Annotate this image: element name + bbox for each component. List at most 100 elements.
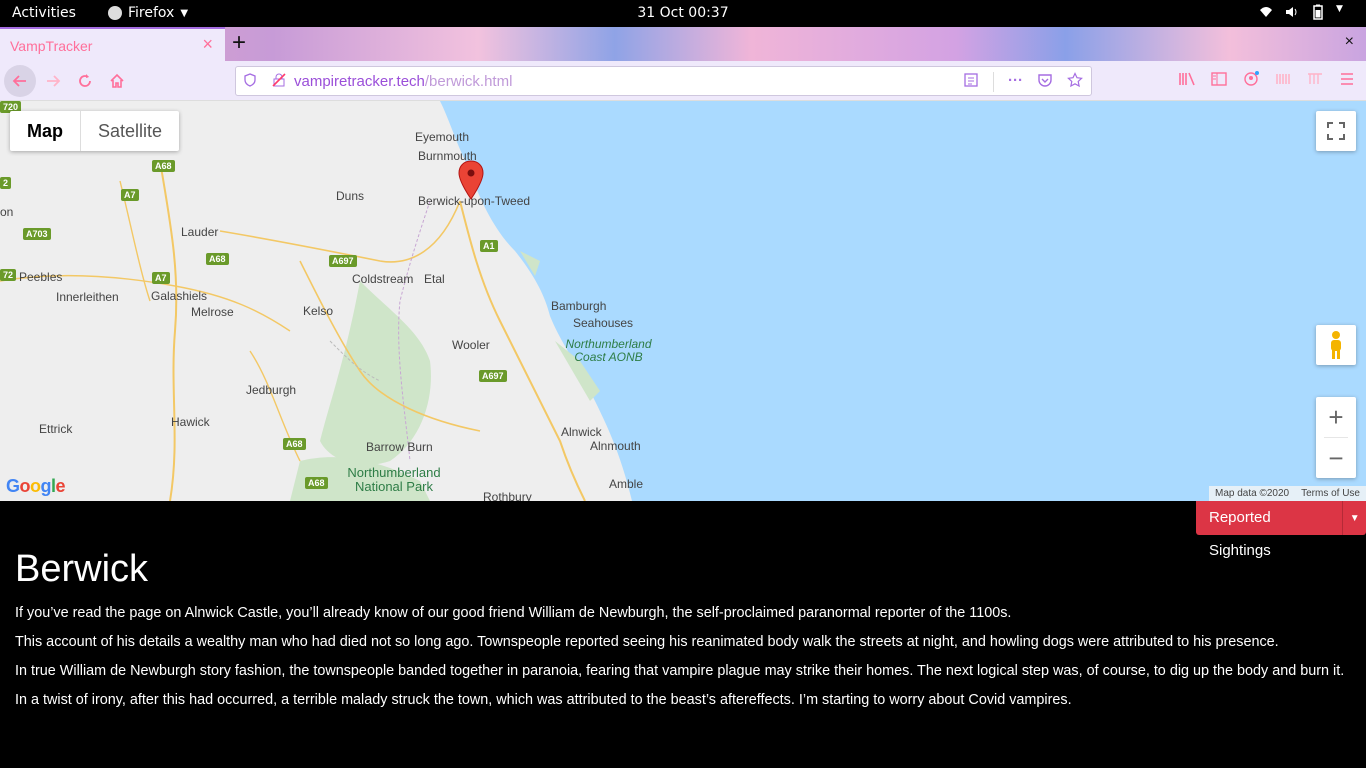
place-partial-on: on [0,205,14,219]
zoom-in-button[interactable]: + [1316,397,1356,437]
place-coldstream: Coldstream [352,272,414,286]
place-seahouses: Seahouses [573,316,634,330]
road-a68: A68 [152,160,175,172]
clock[interactable]: 31 Oct 00:37 [0,5,1366,21]
place-kelso: Kelso [303,304,334,318]
fullscreen-icon [1327,122,1345,140]
reload-button[interactable] [69,65,101,97]
home-button[interactable] [101,65,133,97]
article-paragraph: If you’ve read the page on Alnwick Castl… [15,605,1012,621]
url-host: vampiretracker.tech [294,73,425,90]
map-attribution: Map data ©2020 Terms of Use [1209,486,1366,501]
library-icon[interactable] [1178,71,1196,92]
road-a68-2: A68 [206,253,229,265]
article-paragraph: In a twist of irony, after this had occu… [15,692,1072,708]
reader-view-icon[interactable] [963,72,979,92]
map-view[interactable]: Eyemouth Burnmouth Duns Berwick-upon-Twe… [0,101,1366,501]
window-close-button[interactable]: × [1345,33,1354,51]
place-alnmouth: Alnmouth [590,439,641,453]
place-etal: Etal [424,272,445,286]
caret-down-icon[interactable]: ▼ [1343,501,1366,535]
google-logo-letter: o [19,476,31,496]
terms-of-use-link[interactable]: Terms of Use [1295,486,1366,501]
sidebar-icon[interactable] [1210,71,1228,92]
url-bar[interactable]: vampiretracker.tech/berwick.html ··· [235,66,1092,96]
road-a703: A703 [23,228,51,240]
road-partial-2: 2 [0,177,12,189]
road-a697: A697 [329,255,357,267]
system-tray[interactable]: ▼ [1258,4,1352,20]
article-paragraph: This account of his details a wealthy ma… [15,634,1279,650]
tab-vamptracker[interactable]: VampTracker × [0,27,225,61]
place-duns: Duns [336,189,365,203]
google-logo-letter: g [40,476,52,496]
place-jedburgh: Jedburgh [246,383,297,397]
power-menu-icon: ▼ [1336,4,1343,14]
extension-icon[interactable] [1274,71,1292,92]
menu-hamburger-icon[interactable] [1338,71,1356,92]
toolbar-right [1178,71,1356,92]
place-hawick: Hawick [171,415,210,429]
navigation-toolbar: vampiretracker.tech/berwick.html ··· [0,61,1366,101]
article: Berwick If you’ve read the page on Alnwi… [15,548,1355,721]
place-peebles: Peebles [19,270,63,284]
location-marker-icon[interactable] [458,160,484,200]
volume-icon [1284,4,1300,20]
road-a1: A1 [480,240,498,252]
tab-strip: VampTracker × + × [0,27,1366,61]
google-logo-letter: e [55,476,66,496]
insecure-lock-icon[interactable] [272,73,286,90]
reported-sightings-button[interactable]: Reported Sightings [1196,501,1344,559]
zoom-out-button[interactable]: − [1316,438,1356,478]
pegman-icon [1331,331,1341,359]
account-icon[interactable] [1242,71,1260,92]
new-tab-button[interactable]: + [232,29,246,57]
place-rothbury: Rothbury [483,490,532,501]
place-eyemouth: Eyemouth [415,130,470,144]
map-type-control: Map Satellite [10,111,180,151]
url-text[interactable]: vampiretracker.tech/berwick.html [294,73,512,90]
bookmark-star-icon[interactable] [1067,72,1083,92]
url-separator [993,72,994,92]
place-amble: Amble [609,477,644,491]
forward-arrow-icon [47,75,61,87]
road-a7: A7 [121,189,139,201]
tracking-protection-icon[interactable] [244,73,256,90]
google-logo[interactable]: Google [6,476,66,497]
pocket-icon[interactable] [1037,72,1053,92]
tab-close-icon[interactable]: × [202,34,213,55]
fullscreen-button[interactable] [1316,111,1356,151]
road-a68-3: A68 [283,438,306,450]
google-logo-letter: o [30,476,41,496]
map-data-text[interactable]: Map data ©2020 [1209,486,1295,501]
place-ettrick: Ettrick [39,422,73,436]
place-barrow-burn: Barrow Burn [366,440,433,454]
google-logo-letter: G [6,476,20,496]
battery-icon [1310,4,1326,20]
place-melrose: Melrose [191,305,234,319]
road-a697-2: A697 [479,370,507,382]
wifi-icon [1258,4,1274,20]
road-a7-2: A7 [152,272,170,284]
home-icon [110,73,124,88]
map-type-map-button[interactable]: Map [10,111,81,151]
page-actions-icon[interactable]: ··· [1008,72,1023,92]
article-paragraph: In true William de Newburgh story fashio… [15,663,1345,679]
place-innerleithen: Innerleithen [56,290,119,304]
back-button[interactable] [4,65,36,97]
forward-button[interactable] [37,65,69,97]
place-bamburgh: Bamburgh [551,299,607,313]
tab-title: VampTracker [10,38,93,54]
place-galashiels: Galashiels [151,289,208,303]
place-northumberland-national-park: Northumberland National Park [347,465,441,494]
system-top-bar: Activities Firefox ▼ 31 Oct 00:37 ▼ [0,0,1366,27]
road-a68-4: A68 [305,477,328,489]
extension-icon-2[interactable] [1306,71,1324,92]
place-wooler: Wooler [452,338,490,352]
reported-sightings-dropdown: Reported Sightings ▼ [1196,501,1366,559]
map-type-satellite-button[interactable]: Satellite [81,111,179,151]
street-view-pegman[interactable] [1316,325,1356,365]
back-arrow-icon [12,75,26,87]
place-alnwick: Alnwick [561,425,602,439]
road-partial-72: 72 [0,269,17,281]
